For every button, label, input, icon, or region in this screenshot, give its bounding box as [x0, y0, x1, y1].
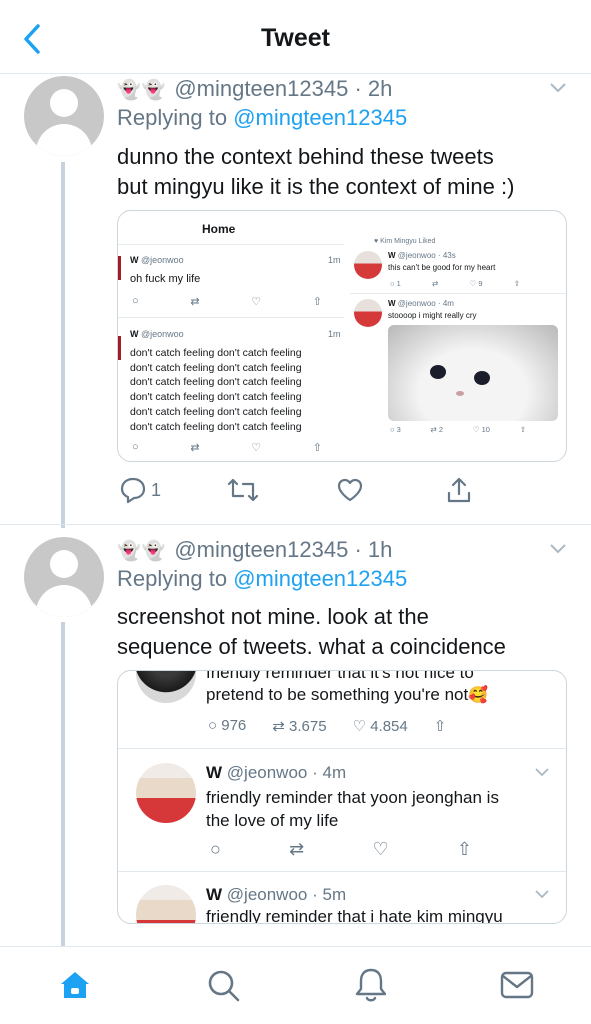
chevron-down-icon[interactable] — [549, 543, 567, 555]
display-name[interactable]: 👻👻 — [117, 540, 166, 562]
header-bar: Tweet — [0, 0, 591, 74]
avatar — [354, 299, 382, 327]
retweet-count[interactable]: ⇄ 3.675 — [272, 717, 326, 735]
divider — [0, 524, 591, 525]
handle[interactable]: @mingteen12345 — [174, 537, 348, 562]
mention-link[interactable]: @mingteen12345 — [233, 566, 407, 591]
heart-icon — [337, 478, 363, 502]
home-title: Home — [202, 222, 236, 236]
notifications-icon[interactable] — [351, 965, 391, 1005]
crying-cat-image — [388, 325, 558, 421]
thread-line — [61, 622, 65, 946]
tweet-text: screenshot not mine. look at the sequenc… — [117, 604, 506, 659]
avatar — [136, 671, 196, 703]
messages-icon[interactable] — [497, 965, 537, 1005]
chevron-down-icon[interactable] — [549, 82, 567, 94]
like-button[interactable] — [336, 476, 364, 504]
tweet-header: 👻👻 @mingteen12345 · 1h — [117, 537, 393, 562]
reply-count: 1 — [151, 479, 162, 500]
tweet-text: dunno the context behind these tweets bu… — [117, 144, 515, 199]
mention-link[interactable]: @mingteen12345 — [233, 105, 407, 130]
timestamp: 1h — [367, 537, 393, 562]
avatar — [136, 763, 196, 823]
share-icon — [447, 477, 471, 503]
retweet-button[interactable] — [227, 476, 259, 504]
chevron-down-icon — [535, 890, 549, 899]
share-icon[interactable]: ⇧ — [434, 717, 447, 735]
search-icon[interactable] — [203, 965, 243, 1005]
avatar[interactable] — [24, 537, 104, 617]
retweet-icon — [227, 478, 259, 502]
share-button[interactable] — [445, 476, 473, 504]
tweet-header: 👻👻 @mingteen12345 · 2h — [117, 76, 393, 101]
reply-button[interactable]: 1 — [119, 476, 161, 504]
tweet-actions: 1 — [117, 476, 477, 506]
page-title: Tweet — [261, 24, 330, 52]
replying-to: Replying to @mingteen12345 — [117, 105, 408, 130]
avatar — [136, 885, 196, 923]
reply-count[interactable]: ○ 976 — [208, 717, 246, 735]
timestamp: 2h — [367, 76, 393, 101]
avatar[interactable] — [24, 76, 104, 156]
like-count[interactable]: ♡ 4.854 — [353, 717, 408, 735]
display-name[interactable]: 👻👻 — [117, 79, 166, 101]
avatar — [354, 251, 382, 279]
tweet-media-image[interactable]: friendly reminder that it's not nice to … — [117, 670, 567, 924]
home-icon[interactable] — [55, 965, 95, 1005]
thread-line — [61, 162, 65, 528]
reply-icon — [120, 477, 146, 504]
replying-to: Replying to @mingteen12345 — [117, 566, 408, 591]
chevron-down-icon — [535, 768, 549, 777]
handle[interactable]: @mingteen12345 — [174, 76, 348, 101]
tab-bar — [0, 946, 591, 1024]
tweet-media-image[interactable]: Home W @jeonwoo 1m oh fuck my life ○ ⇄ ♡ ⇧ … — [117, 210, 567, 462]
